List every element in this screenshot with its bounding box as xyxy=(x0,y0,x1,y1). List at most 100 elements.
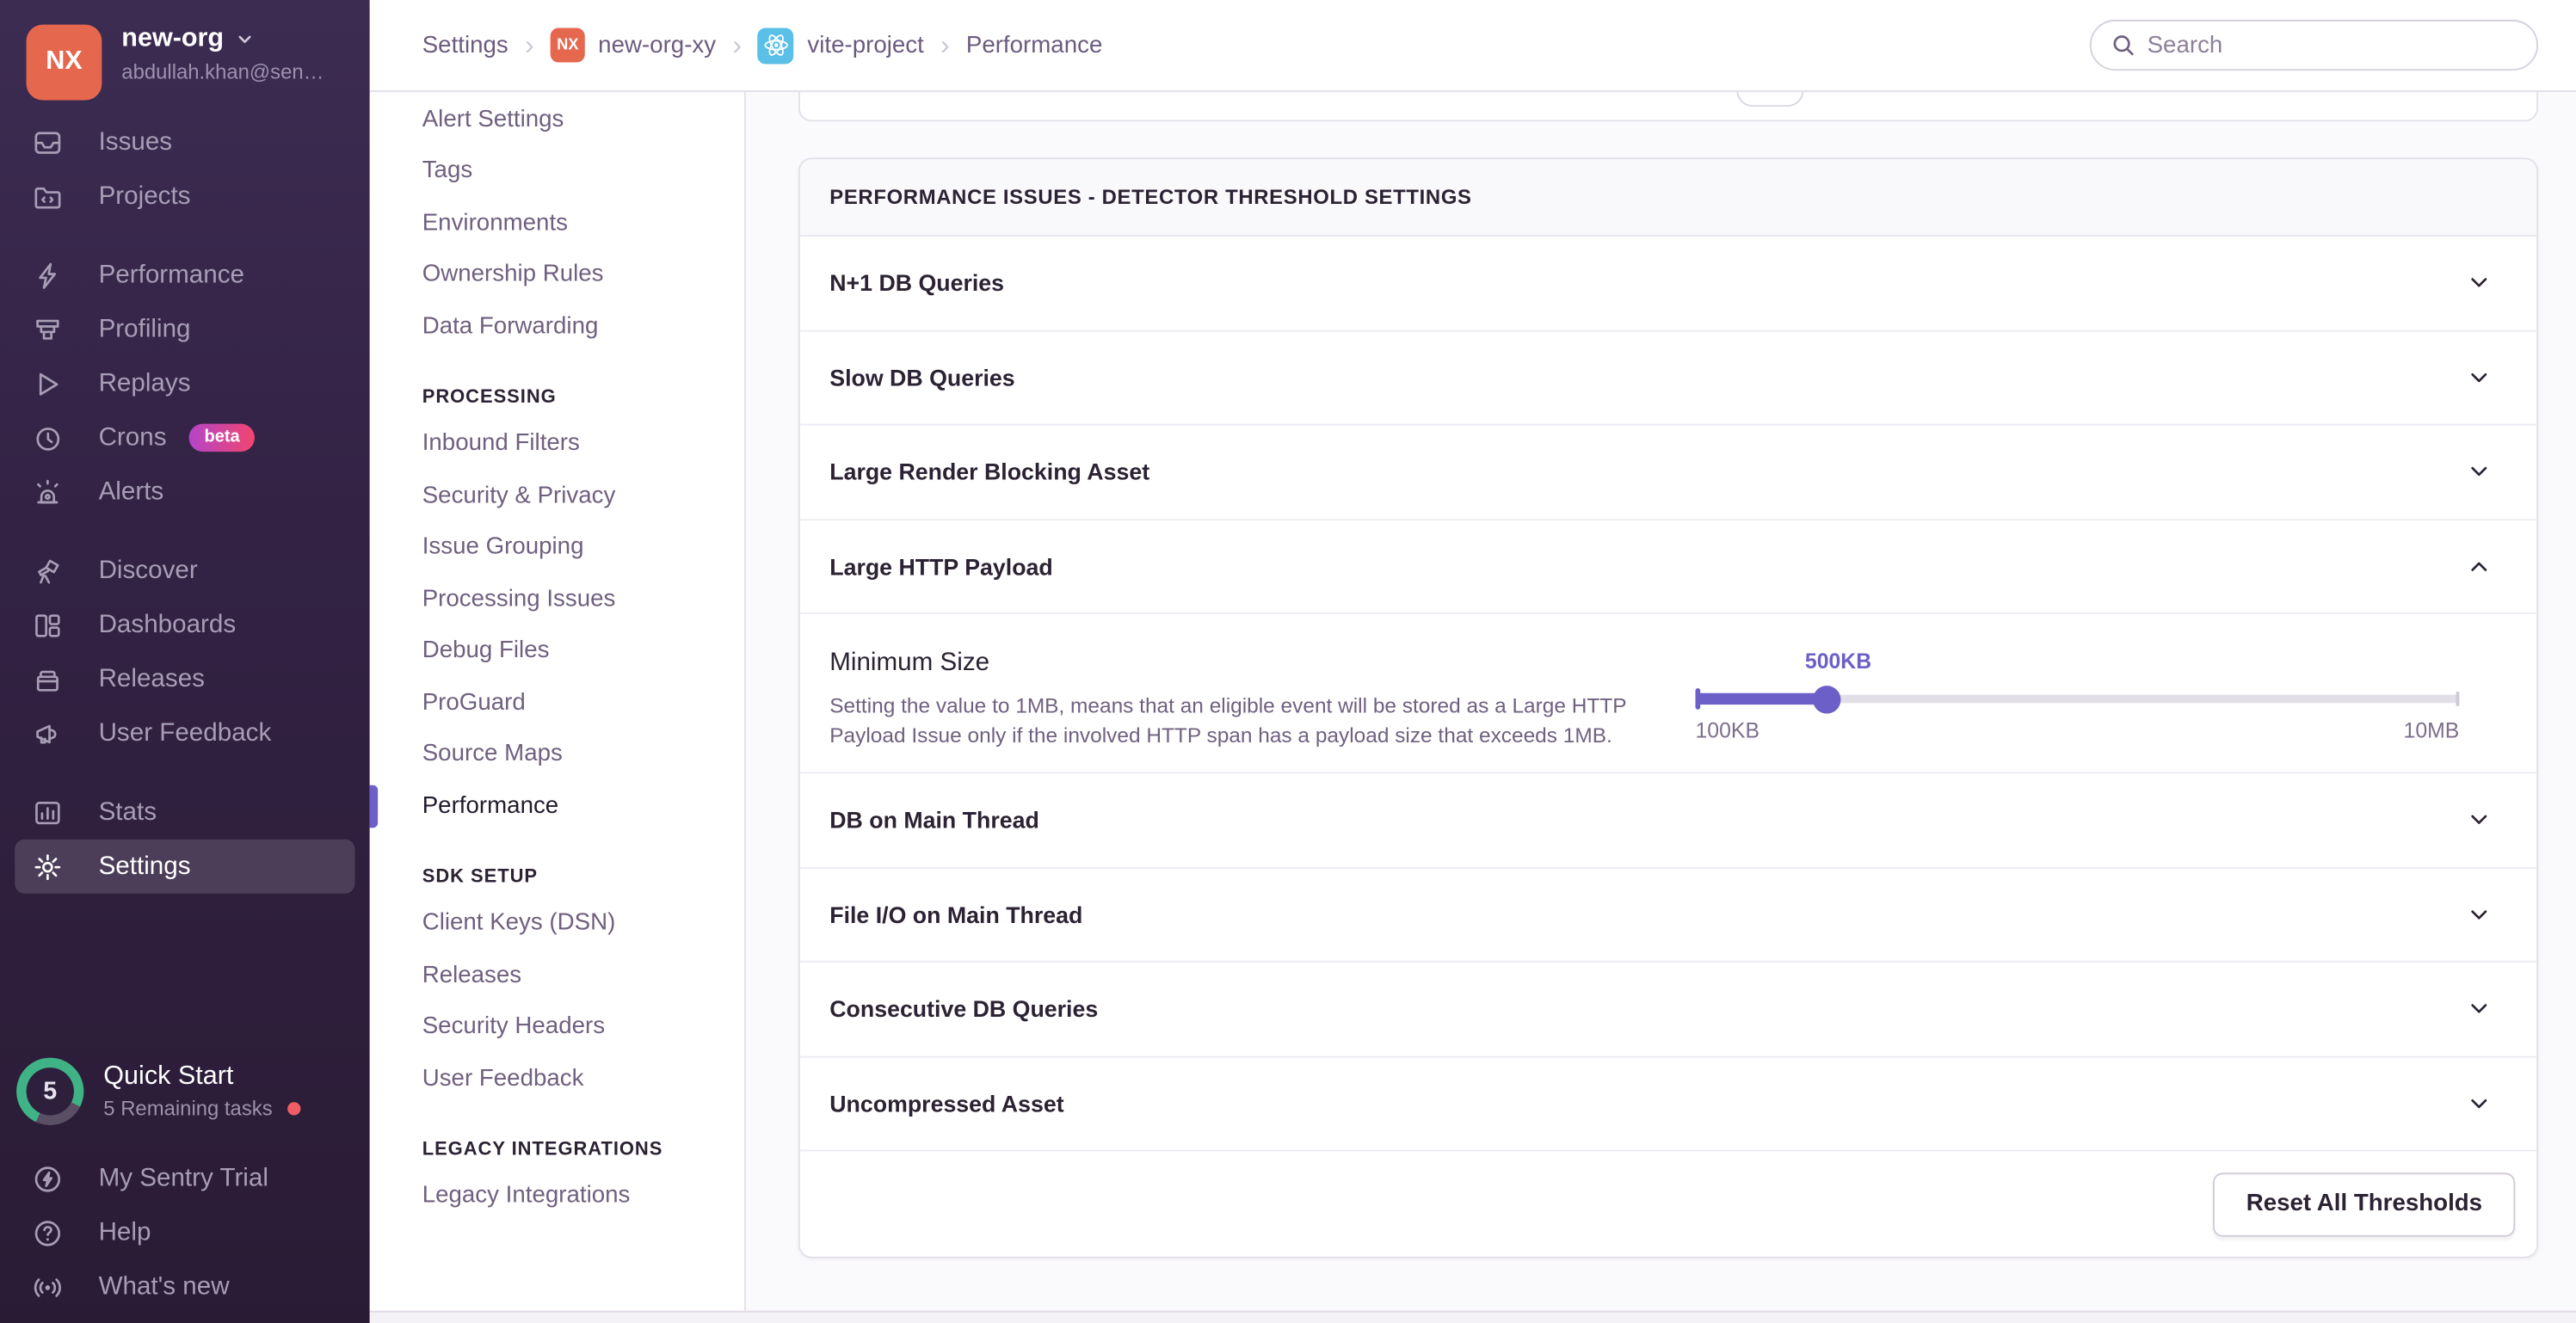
settings-nav-alert-settings[interactable]: Alert Settings xyxy=(422,94,744,145)
settings-nav-inbound-filters[interactable]: Inbound Filters xyxy=(422,418,744,470)
breadcrumb-settings[interactable]: Settings xyxy=(422,32,508,58)
detector-row-consecutive-db-queries[interactable]: Consecutive DB Queries xyxy=(800,963,2536,1057)
settings-nav-section-legacy-integrations: LEGACY INTEGRATIONS xyxy=(422,1139,744,1159)
broadcast-icon xyxy=(33,1273,62,1302)
sidebar-item-label: Dashboards xyxy=(99,610,237,639)
sidebar-item-stats[interactable]: Stats xyxy=(0,785,370,840)
settings-nav-releases[interactable]: Releases xyxy=(422,950,744,1001)
sidebar-item-alerts[interactable]: Alerts xyxy=(0,465,370,519)
chevron-down-icon[interactable] xyxy=(2466,901,2493,928)
chevron-down-icon[interactable] xyxy=(2466,1090,2493,1117)
sidebar-item-dashboards[interactable]: Dashboards xyxy=(0,598,370,652)
bar-chart-icon xyxy=(33,797,62,827)
settings-nav-client-keys[interactable]: Client Keys (DSN) xyxy=(422,897,744,949)
settings-nav-section-processing: PROCESSING xyxy=(422,387,744,407)
trial-lightning-circle-icon xyxy=(33,1165,62,1194)
sidebar-item-label: Settings xyxy=(99,852,191,881)
slider-track[interactable] xyxy=(1696,695,2460,704)
chevron-down-icon[interactable] xyxy=(2466,458,2493,485)
settings-nav-processing-issues[interactable]: Processing Issues xyxy=(422,573,744,625)
sidebar-item-user-feedback[interactable]: User Feedback xyxy=(0,706,370,760)
detector-row-slow-db-queries[interactable]: Slow DB Queries xyxy=(800,331,2536,426)
sidebar-item-crons[interactable]: Crons beta xyxy=(0,410,370,465)
quick-start-title: Quick Start xyxy=(103,1061,300,1091)
sidebar-item-label: Issues xyxy=(99,127,173,157)
sidebar-item-whats-new[interactable]: What's new xyxy=(0,1260,370,1314)
settings-nav-proguard[interactable]: ProGuard xyxy=(422,677,744,729)
sidebar-item-label: Performance xyxy=(99,261,244,290)
scrolled-panel-fragment xyxy=(798,92,2538,121)
sidebar-item-releases[interactable]: Releases xyxy=(0,652,370,706)
sidebar-item-help[interactable]: Help xyxy=(0,1206,370,1260)
slider-min-label: 100KB xyxy=(1696,717,1760,742)
siren-icon xyxy=(33,477,62,507)
chevron-down-icon xyxy=(235,29,255,49)
breadcrumb-project[interactable]: vite-project xyxy=(758,28,924,64)
breadcrumb-org[interactable]: NX new-org-xy xyxy=(551,28,716,62)
gear-icon xyxy=(33,852,62,881)
settings-nav-security-privacy[interactable]: Security & Privacy xyxy=(422,470,744,521)
org-avatar[interactable]: NX xyxy=(27,25,102,101)
sidebar-item-label: My Sentry Trial xyxy=(99,1165,268,1194)
search-box[interactable] xyxy=(2090,20,2538,71)
megaphone-icon xyxy=(33,718,62,748)
sidebar-item-label: Crons xyxy=(99,423,167,452)
sidebar-item-projects[interactable]: Projects xyxy=(0,169,370,224)
setting-description: Setting the value to 1MB, means that an … xyxy=(829,692,1655,749)
slider-thumb[interactable] xyxy=(1813,685,1840,712)
chevron-down-icon[interactable] xyxy=(2466,807,2493,834)
settings-nav-environments[interactable]: Environments xyxy=(422,197,744,249)
chevron-down-icon[interactable] xyxy=(2466,364,2493,391)
sidebar-item-label: Help xyxy=(99,1219,151,1248)
sidebar-item-profiling[interactable]: Profiling xyxy=(0,302,370,356)
settings-nav-security-headers[interactable]: Security Headers xyxy=(422,1001,744,1053)
sidebar-item-label: Profiling xyxy=(99,315,191,344)
settings-nav-user-feedback[interactable]: User Feedback xyxy=(422,1053,744,1105)
sidebar-item-label: Projects xyxy=(99,182,191,211)
org-name-dropdown[interactable]: new-org xyxy=(121,25,324,54)
org-switcher[interactable]: NX new-org abdullah.khan@sen… xyxy=(0,0,370,115)
quick-start[interactable]: 5 Quick Start 5 Remaining tasks xyxy=(0,1057,370,1124)
react-project-icon xyxy=(758,28,794,64)
detector-row-file-io-on-main-thread[interactable]: File I/O on Main Thread xyxy=(800,868,2536,963)
breadcrumb-separator: › xyxy=(525,31,534,58)
detector-row-n1-db-queries[interactable]: N+1 DB Queries xyxy=(800,237,2536,331)
breadcrumb-page: Performance xyxy=(966,32,1103,58)
settings-nav-performance[interactable]: Performance xyxy=(422,780,744,832)
settings-nav-ownership-rules[interactable]: Ownership Rules xyxy=(422,249,744,300)
settings-nav-source-maps[interactable]: Source Maps xyxy=(422,729,744,780)
detector-row-large-http-payload[interactable]: Large HTTP Payload xyxy=(800,520,2536,614)
bottom-scroll-strip xyxy=(370,1310,2576,1323)
chevron-up-icon[interactable] xyxy=(2466,553,2493,580)
sidebar-item-performance[interactable]: Performance xyxy=(0,248,370,302)
profiling-icon xyxy=(33,315,62,344)
chevron-down-icon[interactable] xyxy=(2466,996,2493,1023)
question-circle-icon xyxy=(33,1219,62,1248)
sidebar-item-replays[interactable]: Replays xyxy=(0,356,370,410)
play-icon xyxy=(33,369,62,398)
sidebar-item-issues[interactable]: Issues xyxy=(0,115,370,169)
settings-nav-data-forwarding[interactable]: Data Forwarding xyxy=(422,300,744,352)
chevron-down-icon[interactable] xyxy=(2466,270,2493,297)
settings-nav-legacy-integrations[interactable]: Legacy Integrations xyxy=(422,1170,744,1221)
search-input[interactable] xyxy=(2148,32,2517,58)
notification-dot xyxy=(287,1101,300,1114)
detector-row-uncompressed-asset[interactable]: Uncompressed Asset xyxy=(800,1057,2536,1152)
reset-all-thresholds-button[interactable]: Reset All Thresholds xyxy=(2214,1172,2516,1235)
search-icon xyxy=(2111,33,2136,58)
large-http-payload-settings: Minimum Size Setting the value to 1MB, m… xyxy=(800,614,2536,773)
detector-row-db-on-main-thread[interactable]: DB on Main Thread xyxy=(800,773,2536,868)
sidebar-item-discover[interactable]: Discover xyxy=(0,544,370,598)
settings-nav-debug-files[interactable]: Debug Files xyxy=(422,625,744,677)
panel-title: PERFORMANCE ISSUES - DETECTOR THRESHOLD … xyxy=(800,159,2536,237)
slider-fill xyxy=(1696,693,1827,705)
settings-nav-tags[interactable]: Tags xyxy=(422,145,744,197)
sidebar-item-label: Replays xyxy=(99,369,191,398)
app-window: NX new-org abdullah.khan@sen… Issues Pro… xyxy=(0,0,2576,1323)
sidebar-item-settings[interactable]: Settings xyxy=(15,840,354,894)
settings-nav-issue-grouping[interactable]: Issue Grouping xyxy=(422,521,744,573)
detector-row-large-render-blocking-asset[interactable]: Large Render Blocking Asset xyxy=(800,426,2536,520)
org-badge-icon: NX xyxy=(551,28,585,62)
quick-start-subtitle: 5 Remaining tasks xyxy=(103,1097,272,1120)
sidebar-item-my-sentry-trial[interactable]: My Sentry Trial xyxy=(0,1152,370,1206)
